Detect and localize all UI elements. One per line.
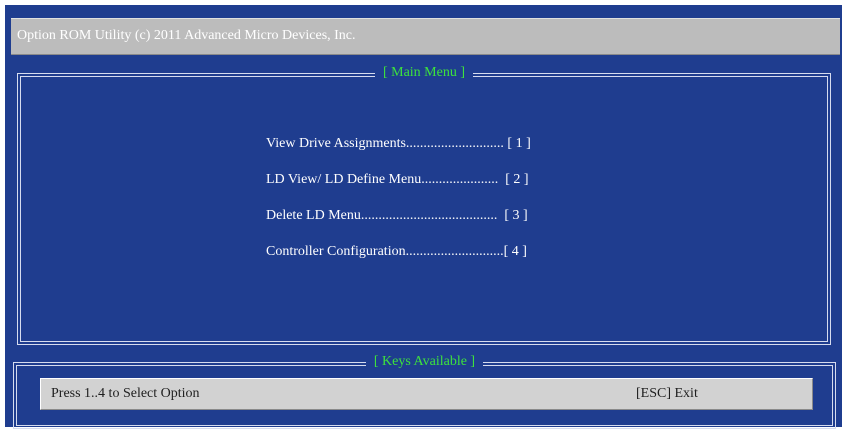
- esc-exit-key[interactable]: [ESC] Exit: [636, 386, 698, 402]
- main-menu-panel: [ Main Menu ] View Drive Assignments....…: [17, 65, 831, 345]
- bios-screen: Option ROM Utility (c) 2011 Advanced Mic…: [5, 5, 842, 429]
- title-bar: Option ROM Utility (c) 2011 Advanced Mic…: [11, 18, 840, 55]
- keys-available-panel: [ Keys Available ] Press 1..4 to Select …: [13, 354, 836, 429]
- select-option-hint: Press 1..4 to Select Option: [51, 386, 200, 401]
- menu-item-delete-ld[interactable]: Delete LD Menu..........................…: [266, 207, 531, 225]
- title-text: Option ROM Utility (c) 2011 Advanced Mic…: [17, 28, 356, 43]
- main-menu-caption: [ Main Menu ]: [374, 65, 474, 80]
- menu-item-controller-configuration[interactable]: Controller Configuration................…: [266, 243, 531, 261]
- main-menu-list: View Drive Assignments..................…: [266, 135, 531, 279]
- status-bar: Press 1..4 to Select Option [ESC] Exit: [40, 378, 813, 410]
- keys-available-caption: [ Keys Available ]: [365, 354, 484, 369]
- main-menu-caption-row: [ Main Menu ]: [18, 64, 830, 82]
- menu-item-ld-view-define[interactable]: LD View/ LD Define Menu.................…: [266, 171, 531, 189]
- menu-item-view-drive-assignments[interactable]: View Drive Assignments..................…: [266, 135, 531, 153]
- keys-caption-row: [ Keys Available ]: [14, 353, 835, 371]
